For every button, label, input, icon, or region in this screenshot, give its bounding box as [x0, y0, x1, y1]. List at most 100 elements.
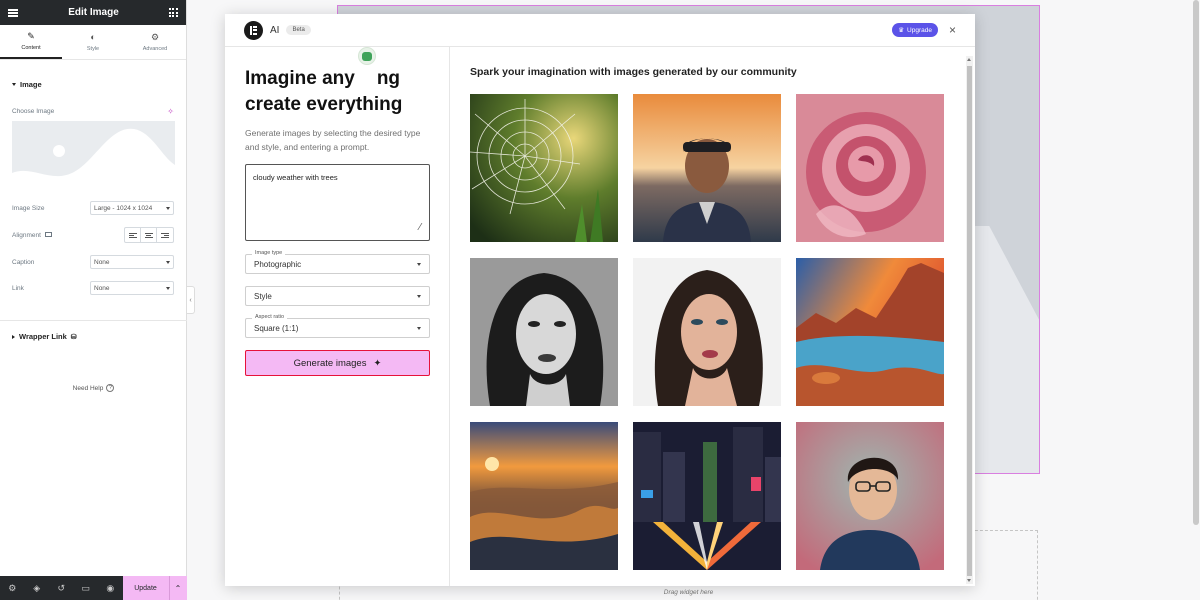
link-select[interactable]: None — [90, 281, 174, 295]
chevron-down-icon — [417, 294, 421, 298]
beta-badge: Beta — [286, 25, 311, 35]
image-size-label: Image Size — [12, 204, 45, 212]
ai-assistant-robot-icon[interactable] — [358, 47, 376, 65]
image-type-value: Photographic — [254, 259, 302, 269]
responsive-icon[interactable]: ▭ — [74, 576, 99, 600]
align-center-button[interactable] — [141, 228, 157, 242]
elderly-man-image — [633, 94, 781, 242]
caret-down-icon — [12, 83, 16, 86]
gallery-image-city-night[interactable] — [633, 422, 781, 570]
chevron-down-icon — [417, 262, 421, 266]
gallery-image-young-man[interactable] — [796, 422, 944, 570]
panel-tabs: ✎ Content ◐ Style ⚙ Advanced — [0, 25, 186, 60]
editor-panel: Edit Image ✎ Content ◐ Style ⚙ Advanced … — [0, 0, 187, 600]
wrapper-link-title: Wrapper Link — [19, 332, 67, 341]
style-value: Style — [254, 291, 272, 301]
modal-headline: Imagine any ng create everything — [245, 66, 429, 118]
settings-icon[interactable]: ⚙ — [0, 576, 25, 600]
tab-advanced[interactable]: ⚙ Advanced — [124, 25, 186, 59]
update-options-chevron-icon[interactable]: ⌃ — [168, 576, 187, 600]
alignment-label: Alignment — [12, 231, 41, 239]
community-gallery — [470, 94, 955, 570]
layers-icon[interactable]: ◈ — [25, 576, 50, 600]
generate-images-button[interactable]: Generate images ✦ — [245, 350, 430, 376]
section-image-title: Image — [20, 80, 42, 89]
headline-part-a: Imagine any — [245, 68, 355, 89]
update-button[interactable]: Update — [122, 576, 169, 600]
link-row: Link None — [0, 281, 186, 295]
modal-form-pane: Imagine any ng create everything Generate… — [225, 47, 450, 586]
prompt-text: cloudy weather with trees — [253, 173, 338, 182]
apps-grid-icon[interactable] — [168, 8, 178, 17]
aspect-ratio-select[interactable]: Aspect ratio Square (1:1) — [245, 314, 430, 338]
alignment-label-wrap: Alignment — [12, 232, 52, 239]
crown-icon: ♛ — [898, 27, 905, 34]
half-circle-icon: ◐ — [90, 31, 96, 42]
woman-color-image — [633, 258, 781, 406]
mountain-sunset-image — [470, 422, 618, 570]
history-icon[interactable]: ↺ — [49, 576, 74, 600]
section-wrapper-link-toggle[interactable]: Wrapper Link ⛁ — [0, 332, 89, 341]
gallery-image-woman-bw[interactable] — [470, 258, 618, 406]
alignment-control — [124, 227, 174, 243]
need-help-link[interactable]: Need Help ? — [0, 384, 187, 392]
style-select[interactable]: Style — [245, 286, 430, 306]
gallery-image-canyon-lake[interactable] — [796, 258, 944, 406]
generate-images-label: Generate images — [293, 357, 367, 369]
ai-sparkle-icon[interactable]: ✧ — [167, 107, 174, 116]
image-size-value: Large - 1024 x 1024 — [94, 204, 153, 212]
upgrade-button[interactable]: ♛ Upgrade — [892, 23, 938, 37]
upgrade-label: Upgrade — [907, 26, 932, 34]
chevron-down-icon — [166, 206, 170, 210]
desktop-icon[interactable] — [44, 232, 52, 238]
ai-brand-label: AI — [270, 24, 280, 36]
image-size-select[interactable]: Large - 1024 x 1024 — [90, 201, 174, 215]
canyon-lake-image — [796, 258, 944, 406]
image-type-label: Image type — [252, 250, 286, 256]
panel-header: Edit Image — [0, 0, 186, 25]
spider-web-image — [470, 94, 618, 242]
image-placeholder[interactable] — [12, 121, 175, 189]
gallery-image-spider-web[interactable] — [470, 94, 618, 242]
panel-title: Edit Image — [68, 7, 119, 18]
close-icon[interactable]: × — [949, 24, 956, 36]
tab-style[interactable]: ◐ Style — [62, 25, 124, 59]
chevron-down-icon — [417, 326, 421, 330]
choose-image-row: Choose Image ✧ — [0, 107, 186, 116]
gallery-image-elderly-man[interactable] — [633, 94, 781, 242]
modal-subcopy: Generate images by selecting the desired… — [245, 128, 421, 152]
image-type-select[interactable]: Image type Photographic — [245, 250, 430, 274]
menu-icon[interactable] — [8, 8, 18, 17]
align-left-button[interactable] — [125, 228, 141, 242]
section-divider — [0, 320, 187, 321]
caption-select[interactable]: None — [90, 255, 174, 269]
collapse-panel-handle[interactable]: ‹ — [187, 286, 195, 314]
scroll-thumb[interactable] — [967, 66, 972, 576]
section-image-toggle[interactable]: Image — [0, 80, 186, 89]
link-value: None — [94, 284, 110, 292]
pencil-icon: ✎ — [27, 30, 35, 41]
aspect-ratio-value: Square (1:1) — [254, 323, 299, 333]
caption-label: Caption — [12, 258, 35, 266]
modal-header: AI Beta ♛ Upgrade × — [225, 14, 975, 47]
scroll-up-icon[interactable] — [967, 58, 971, 61]
tab-advanced-label: Advanced — [142, 45, 168, 52]
image-size-row: Image Size Large - 1024 x 1024 — [0, 201, 186, 215]
gallery-image-mountain-sunset[interactable] — [470, 422, 618, 570]
alignment-row: Alignment — [0, 227, 186, 243]
gallery-image-pink-rose[interactable] — [796, 94, 944, 242]
scroll-down-icon[interactable] — [967, 579, 971, 582]
gallery-image-woman-color[interactable] — [633, 258, 781, 406]
drag-widget-label: Drag widget here — [663, 589, 714, 596]
magic-wand-icon[interactable]: ⁄ — [419, 222, 421, 233]
align-right-button[interactable] — [157, 228, 173, 242]
ai-image-modal: AI Beta ♛ Upgrade × Imagine any ng create… — [225, 14, 975, 586]
preview-eye-icon[interactable]: ◉ — [98, 576, 123, 600]
page-scrollbar[interactable] — [1193, 0, 1199, 525]
young-man-image — [796, 422, 944, 570]
prompt-textarea[interactable]: cloudy weather with trees ⁄ — [245, 164, 430, 241]
modal-scrollbar[interactable] — [966, 56, 973, 584]
need-help-label: Need Help — [72, 384, 104, 392]
tab-content[interactable]: ✎ Content — [0, 25, 62, 59]
aspect-ratio-label: Aspect ratio — [252, 314, 288, 320]
